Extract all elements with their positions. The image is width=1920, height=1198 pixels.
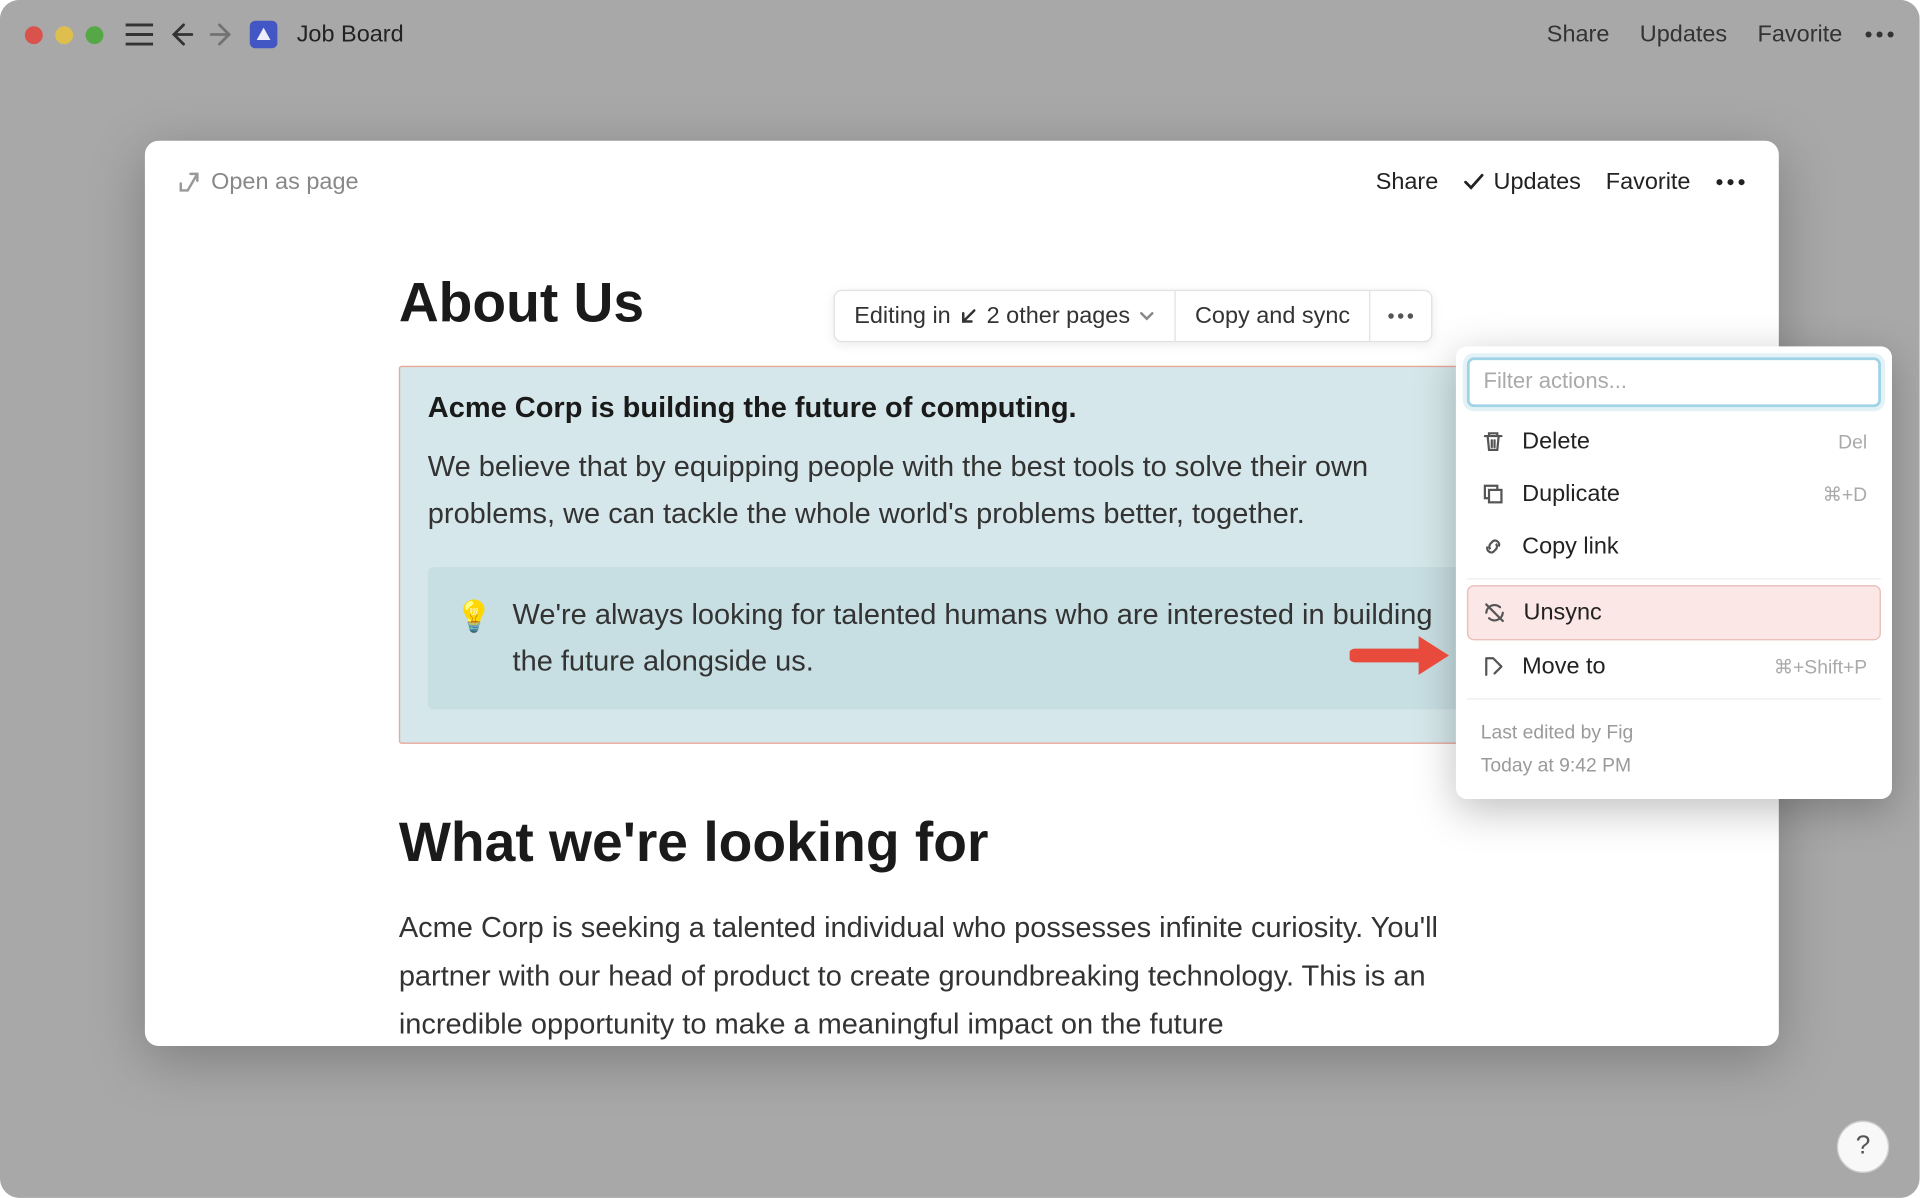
traffic-lights <box>25 26 104 44</box>
lightbulb-icon: 💡 <box>455 592 493 685</box>
modal-share[interactable]: Share <box>1376 168 1439 196</box>
open-as-page-label: Open as page <box>211 168 358 196</box>
filter-actions-input[interactable] <box>1467 357 1881 407</box>
synced-toolbar-more-icon[interactable] <box>1371 291 1432 341</box>
close-window-button[interactable] <box>25 26 43 44</box>
menu-item-shortcut: ⌘+D <box>1823 482 1868 505</box>
hamburger-icon[interactable] <box>126 23 154 45</box>
copy-and-sync-button[interactable]: Copy and sync <box>1176 291 1371 341</box>
modal-favorite[interactable]: Favorite <box>1606 168 1691 196</box>
synced-block[interactable]: Acme Corp is building the future of comp… <box>399 366 1525 745</box>
titlebar-share[interactable]: Share <box>1539 15 1618 54</box>
block-actions-menu: Delete Del Duplicate ⌘+D Copy link Unsyn… <box>1456 346 1892 798</box>
editing-in-dropdown[interactable]: Editing in 2 other pages <box>835 291 1176 341</box>
callout-block[interactable]: 💡 We're always looking for talented huma… <box>428 567 1496 709</box>
titlebar-more-icon[interactable] <box>1864 30 1894 38</box>
synced-block-toolbar: Editing in 2 other pages Copy and sync <box>834 290 1433 342</box>
move-to-icon <box>1481 654 1506 679</box>
page-title[interactable]: Job Board <box>297 21 404 49</box>
copy-and-sync-label: Copy and sync <box>1195 302 1350 330</box>
expand-icon <box>178 171 200 193</box>
link-icon <box>1481 534 1506 559</box>
last-edited-by: Last edited by Fig <box>1481 716 1867 749</box>
menu-item-label: Delete <box>1522 428 1590 456</box>
trash-icon <box>1481 429 1506 454</box>
menu-item-shortcut: ⌘+Shift+P <box>1774 655 1867 678</box>
modal-updates-label: Updates <box>1494 168 1581 196</box>
callout-text[interactable]: We're always looking for talented humans… <box>513 592 1469 685</box>
synced-para[interactable]: We believe that by equipping people with… <box>428 444 1496 537</box>
menu-item-duplicate[interactable]: Duplicate ⌘+D <box>1467 468 1881 520</box>
help-button[interactable]: ? <box>1837 1121 1889 1173</box>
modal-more-icon[interactable] <box>1715 178 1745 186</box>
unsync-icon <box>1482 600 1507 625</box>
modal-updates[interactable]: Updates <box>1463 168 1581 196</box>
heading-what-we-are-looking-for[interactable]: What we're looking for <box>399 813 1525 875</box>
titlebar-updates[interactable]: Updates <box>1632 15 1736 54</box>
help-icon: ? <box>1856 1132 1871 1162</box>
arrow-down-left-icon <box>959 306 978 325</box>
menu-item-unsync[interactable]: Unsync <box>1467 585 1881 640</box>
menu-item-label: Duplicate <box>1522 480 1620 508</box>
menu-item-label: Move to <box>1522 653 1605 681</box>
fullscreen-window-button[interactable] <box>86 26 104 44</box>
arrow-annotation <box>1350 631 1460 681</box>
menu-item-label: Unsync <box>1524 599 1602 627</box>
menu-item-label: Copy link <box>1522 533 1618 561</box>
last-edited-time: Today at 9:42 PM <box>1481 749 1867 782</box>
editing-in-label: Editing in <box>854 302 951 330</box>
menu-footer: Last edited by Fig Today at 9:42 PM <box>1467 705 1881 787</box>
titlebar-favorite[interactable]: Favorite <box>1749 15 1850 54</box>
chevron-down-icon <box>1138 308 1155 325</box>
menu-item-delete[interactable]: Delete Del <box>1467 415 1881 467</box>
nav-forward-icon[interactable] <box>208 21 236 49</box>
synced-lead[interactable]: Acme Corp is building the future of comp… <box>428 392 1496 425</box>
menu-divider <box>1467 698 1881 699</box>
page-icon[interactable] <box>250 21 278 49</box>
duplicate-icon <box>1481 482 1506 507</box>
menu-item-shortcut: Del <box>1838 431 1867 453</box>
minimize-window-button[interactable] <box>55 26 73 44</box>
open-as-page-button[interactable]: Open as page <box>178 168 359 196</box>
menu-item-copy-link[interactable]: Copy link <box>1467 520 1881 572</box>
nav-back-icon[interactable] <box>167 21 195 49</box>
check-icon <box>1463 173 1485 192</box>
modal-topbar: Open as page Share Updates Favorite <box>145 141 1779 224</box>
window: Job Board Share Updates Favorite Open as… <box>0 0 1920 1198</box>
looking-para[interactable]: Acme Corp is seeking a talented individu… <box>399 906 1525 1046</box>
titlebar: Job Board Share Updates Favorite <box>0 0 1920 69</box>
other-pages-label: 2 other pages <box>987 302 1130 330</box>
menu-divider <box>1467 578 1881 579</box>
menu-item-move-to[interactable]: Move to ⌘+Shift+P <box>1467 640 1881 692</box>
